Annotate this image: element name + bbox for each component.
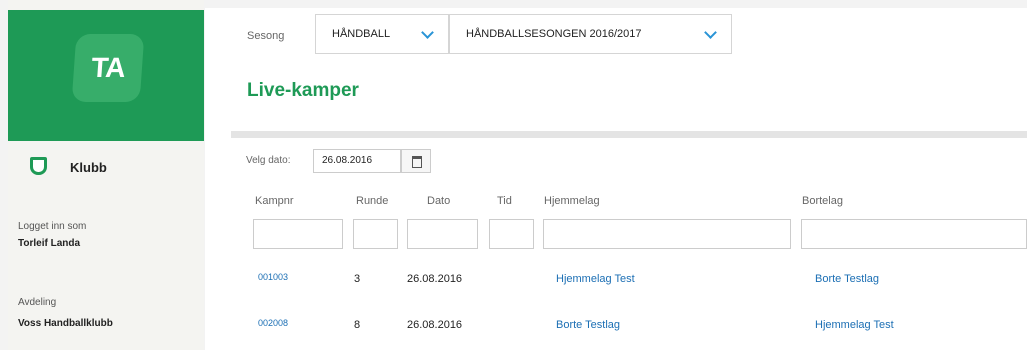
home-team-link[interactable]: Borte Testlag bbox=[556, 319, 620, 331]
sidebar-item-klubb[interactable]: Klubb bbox=[8, 150, 204, 190]
filter-dato-input[interactable] bbox=[407, 219, 478, 249]
date-cell: 26.08.2016 bbox=[407, 319, 463, 331]
department-value: Voss Handballklubb bbox=[18, 318, 113, 329]
calendar-button[interactable] bbox=[401, 149, 431, 173]
shield-icon bbox=[30, 157, 47, 175]
round-cell: 3 bbox=[354, 273, 361, 285]
filter-tid-input[interactable] bbox=[489, 219, 534, 249]
home-team-link[interactable]: Hjemmelag Test bbox=[556, 273, 635, 285]
match-number-link[interactable]: 001003 bbox=[258, 272, 288, 282]
page-title: Live-kamper bbox=[247, 80, 359, 101]
column-header-dato[interactable]: Dato bbox=[427, 195, 450, 207]
sidebar-item-label: Klubb bbox=[70, 160, 107, 175]
round-cell: 8 bbox=[354, 319, 361, 331]
away-team-link[interactable]: Borte Testlag bbox=[815, 273, 879, 285]
match-number-link[interactable]: 002008 bbox=[258, 318, 288, 328]
column-header-tid[interactable]: Tid bbox=[497, 195, 512, 207]
logo[interactable]: TA bbox=[71, 34, 145, 102]
filter-hjemmelag-input[interactable] bbox=[543, 219, 791, 249]
sidebar: TA Klubb Logget inn som Torleif Landa Av… bbox=[8, 0, 204, 350]
main-content: Sesong HÅNDBALL HÅNDBALLSESONGEN 2016/20… bbox=[205, 0, 1027, 350]
calendar-icon bbox=[412, 156, 422, 168]
sport-select-value: HÅNDBALL bbox=[332, 28, 391, 40]
divider bbox=[231, 131, 1027, 138]
user-name: Torleif Landa bbox=[18, 238, 81, 249]
top-band bbox=[205, 0, 1027, 8]
chevron-down-icon bbox=[704, 26, 717, 39]
chevron-down-icon bbox=[421, 26, 434, 39]
date-label: Velg dato: bbox=[246, 155, 291, 166]
column-header-kampnr[interactable]: Kampnr bbox=[255, 195, 294, 207]
season-label: Sesong bbox=[247, 30, 285, 42]
filter-runde-input[interactable] bbox=[353, 219, 398, 249]
sport-select[interactable]: HÅNDBALL bbox=[315, 14, 449, 54]
filter-kampnr-input[interactable] bbox=[253, 219, 343, 249]
logged-in-label: Logget inn som bbox=[18, 221, 87, 232]
column-header-bortelag[interactable]: Bortelag bbox=[802, 195, 843, 207]
filter-bortelag-input[interactable] bbox=[801, 219, 1027, 249]
away-team-link[interactable]: Hjemmelag Test bbox=[815, 319, 894, 331]
season-select[interactable]: HÅNDBALLSESONGEN 2016/2017 bbox=[449, 14, 732, 54]
column-header-runde[interactable]: Runde bbox=[356, 195, 388, 207]
department-label: Avdeling bbox=[18, 297, 57, 308]
column-header-hjemmelag[interactable]: Hjemmelag bbox=[544, 195, 600, 207]
date-cell: 26.08.2016 bbox=[407, 273, 463, 285]
date-input[interactable]: 26.08.2016 bbox=[313, 149, 401, 173]
season-select-value: HÅNDBALLSESONGEN 2016/2017 bbox=[466, 28, 642, 40]
brand-header: TA bbox=[8, 10, 204, 141]
